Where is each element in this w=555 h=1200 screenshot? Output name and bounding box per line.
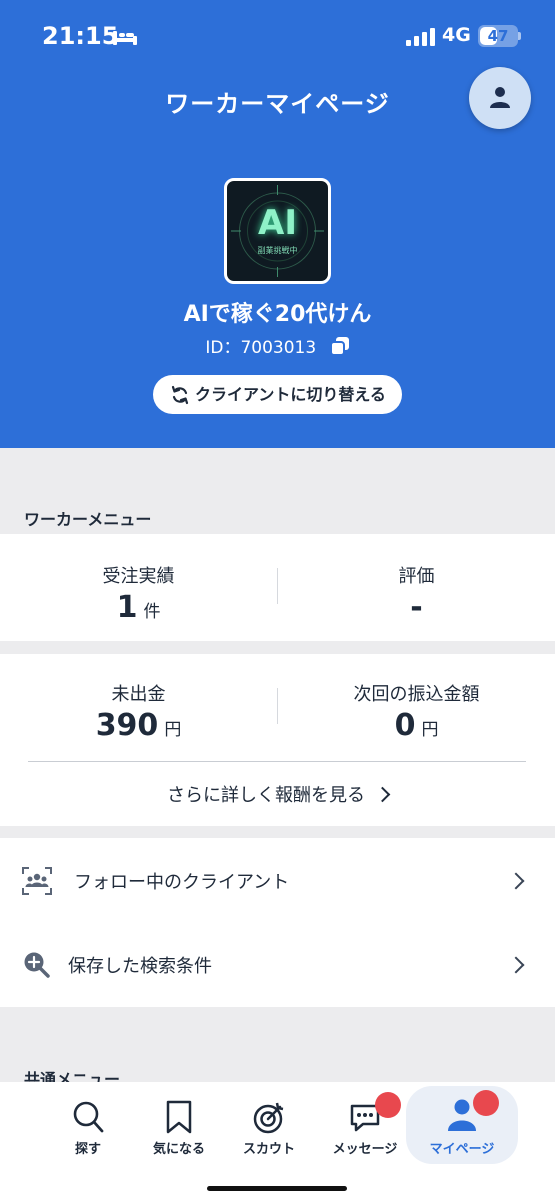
orders-label: 受注実績 (102, 566, 175, 587)
nav-favorites-label: 気になる (152, 1142, 205, 1157)
worker-menu-title: ワーカーメニュー (24, 510, 152, 529)
rating-label: 評価 (398, 566, 435, 587)
next-transfer-value: 0 (394, 708, 416, 743)
profile-button[interactable] (469, 67, 531, 129)
performance-card: 受注実績 1件 評価 - (0, 534, 555, 641)
home-indicator (207, 1186, 347, 1191)
switch-to-client-button[interactable]: クライアントに切り替える (153, 375, 402, 414)
chevron-right-icon (507, 956, 525, 974)
nav-favorites[interactable]: 気になる (134, 1094, 224, 1164)
signal-icon (406, 28, 435, 46)
rating-value: - (410, 590, 423, 625)
person-icon (490, 87, 510, 108)
nav-mypage-label: マイページ (429, 1142, 495, 1157)
battery-cap (518, 32, 521, 40)
group-scan-icon (22, 867, 52, 895)
target-icon (253, 1102, 284, 1134)
orders-unit: 件 (143, 602, 161, 622)
user-id-row: ID：7003013 (0, 333, 555, 358)
status-bar: 21:15 4G 47 (0, 0, 555, 72)
search-plus-icon (24, 952, 50, 978)
nav-messages-label: メッセージ (332, 1142, 398, 1157)
nav-messages[interactable]: メッセージ (320, 1092, 410, 1164)
nav-scout-label: スカウト (242, 1142, 295, 1157)
user-id: ID：7003013 (205, 338, 317, 358)
nav-search-label: 探す (74, 1142, 101, 1157)
view-earnings-link[interactable]: さらに詳しく報酬を見る (0, 781, 555, 807)
copy-icon[interactable] (329, 336, 350, 356)
divider (28, 761, 526, 762)
chevron-right-icon (507, 872, 525, 890)
bookmark-icon (166, 1100, 192, 1134)
menu-list: フォロー中のクライアント 保存した検索条件 (0, 838, 555, 1007)
unpaid-label: 未出金 (111, 684, 166, 705)
menu-item-followed-clients[interactable]: フォロー中のクライアント (0, 838, 555, 924)
nav-mypage[interactable]: マイページ (406, 1086, 518, 1164)
saved-searches-label: 保存した検索条件 (68, 956, 212, 977)
refresh-icon (171, 385, 189, 405)
unpaid-value: 390 (95, 708, 159, 743)
unpaid-value-group: 390 円 (0, 708, 277, 743)
menu-item-saved-searches[interactable]: 保存した検索条件 (0, 922, 555, 1008)
avatar: AI 副業挑戦中 (224, 178, 331, 284)
network-type: 4G (442, 24, 471, 46)
view-earnings-label: さらに詳しく報酬を見る (167, 785, 365, 806)
earnings-card: 未出金 390 円 次回の振込金額 0円 さらに詳しく報酬を見る (0, 654, 555, 826)
nav-search[interactable]: 探す (43, 1094, 133, 1164)
avatar-subtitle: 副業挑戦中 (257, 246, 298, 255)
avatar-title: AI (258, 203, 297, 243)
battery-level: 47 (487, 27, 509, 45)
rating-value-group: - (278, 590, 555, 625)
chevron-right-icon (374, 786, 391, 802)
followed-clients-label: フォロー中のクライアント (74, 872, 290, 893)
orders-value-group: 1件 (0, 590, 277, 625)
notification-badge (473, 1090, 499, 1116)
battery-icon: 47 (478, 25, 518, 47)
nav-scout[interactable]: スカウト (224, 1094, 314, 1164)
user-name: AIで稼ぐ20代けん (183, 302, 372, 327)
next-transfer-unit: 円 (421, 720, 439, 740)
switch-label: クライアントに切り替える (195, 385, 386, 404)
bottom-nav: 探す 気になる スカウト メッセージ マイページ (0, 1082, 555, 1200)
unpaid-unit: 円 (164, 720, 182, 740)
status-time: 21:15 (42, 22, 119, 50)
search-icon (73, 1101, 104, 1133)
sleep-icon (113, 31, 137, 45)
next-transfer-value-group: 0円 (278, 708, 555, 743)
header: 21:15 4G 47 ワーカーマイページ AI 副業挑戦中 AIで稼ぐ20代け… (0, 0, 555, 448)
orders-value: 1 (116, 590, 138, 625)
notification-badge (375, 1092, 401, 1118)
next-transfer-label: 次回の振込金額 (353, 684, 480, 705)
